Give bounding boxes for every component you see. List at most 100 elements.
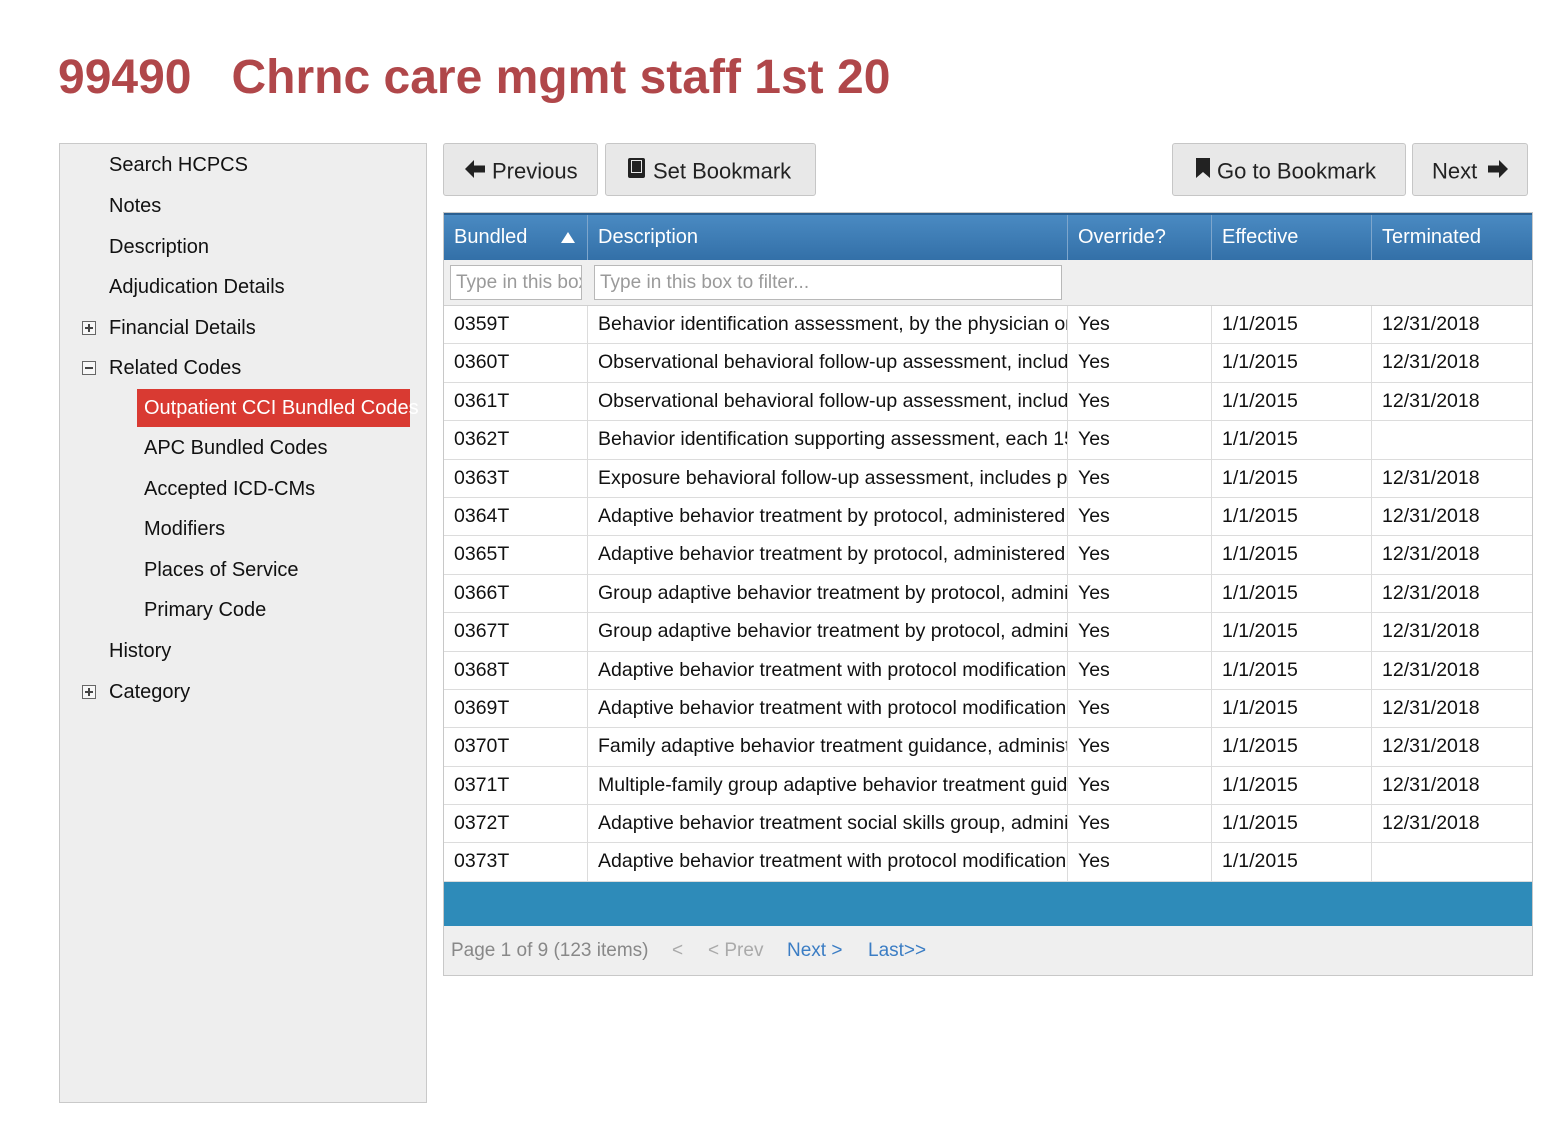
bundled-code-cell: 0365T [444,536,588,574]
column-header-label: Description [598,226,699,248]
collapse-icon[interactable] [82,361,96,375]
next-button[interactable]: Next [1412,143,1528,196]
sidebar-item-label: Primary Code [144,599,267,621]
previous-label: Previous [492,158,578,184]
effective-date-cell: 1/1/2015 [1212,421,1372,459]
sidebar-item-label: History [109,640,172,662]
table-row[interactable]: 0369T Adaptive behavior treatment with pr… [444,689,1532,729]
override-cell: Yes [1068,689,1212,728]
table-row[interactable]: 0368T Adaptive behavior treatment with pr… [444,651,1532,690]
set-bookmark-label: Set Bookmark [653,158,792,184]
column-header-label: Effective [1222,226,1299,248]
sidebar-item-label: Places of Service [144,559,299,581]
bookmark-icon [1195,146,1211,197]
sidebar-item-label: Financial Details [109,317,256,339]
grid-body: 0359T Behavior identification assessment,… [444,306,1532,882]
table-row[interactable]: 0361T Observational behavioral follow-up … [444,382,1532,422]
column-header-effective[interactable]: Effective [1212,215,1372,260]
terminated-date-cell: 12/31/2018 [1382,504,1480,527]
set-bookmark-button[interactable]: Set Bookmark [605,143,816,196]
description-cell: Adaptive behavior treatment with protoco… [588,689,1068,728]
bundled-code-cell: 0368T [444,651,588,689]
expand-icon[interactable] [82,685,96,699]
sidebar-item-label: Accepted ICD-CMs [144,478,316,500]
description-cell: Adaptive behavior treatment social skill… [588,805,1068,843]
bundled-code-cell: 0364T [444,497,588,536]
pager-last-link[interactable]: Last>> [868,926,926,975]
sidebar-item-label: APC Bundled Codes [144,437,328,459]
effective-date-cell: 1/1/2015 [1212,459,1372,497]
table-row[interactable]: 0372T Adaptive behavior treatment social … [444,805,1532,844]
override-cell: Yes [1068,651,1212,689]
table-row[interactable]: 0364T Adaptive behavior treatment by prot… [444,497,1532,537]
table-row[interactable]: 0373T Adaptive behavior treatment with pr… [444,843,1532,882]
previous-button[interactable]: Previous [443,143,598,196]
override-cell: Yes [1068,536,1212,574]
hcpcs-code: 99490 [58,51,192,104]
bundled-code-cell: 0370T [444,728,588,766]
go-to-bookmark-label: Go to Bookmark [1217,158,1376,184]
arrow-right-icon [1487,146,1509,197]
table-row[interactable]: 0366T Group adaptive behavior treatment b… [444,574,1532,614]
override-cell: Yes [1068,843,1212,881]
column-header-bundled[interactable]: Bundled [444,215,588,260]
pager-next-link[interactable]: Next > [787,926,842,975]
table-row[interactable]: 0371T Multiple-family group adaptive beha… [444,766,1532,806]
description-cell: Behavior identification supporting asses… [588,421,1068,459]
override-cell: Yes [1068,382,1212,421]
bundled-code-cell: 0366T [444,574,588,613]
override-cell: Yes [1068,421,1212,459]
terminated-date-cell: 12/31/2018 [1382,773,1480,796]
pager-info: Page 1 of 9 (123 items) [451,940,649,961]
table-row[interactable]: 0365T Adaptive behavior treatment by prot… [444,536,1532,575]
table-row[interactable]: 0370T Family adaptive behavior treatment … [444,728,1532,767]
override-cell: Yes [1068,459,1212,497]
sidebar-item-financial-details[interactable]: Financial Details [60,310,420,346]
go-to-bookmark-button[interactable]: Go to Bookmark [1172,143,1406,196]
grid-header: Bundled Description Override? Effective … [444,213,1532,260]
table-row[interactable]: 0360T Observational behavioral follow-up … [444,344,1532,383]
bundled-filter-input[interactable] [450,265,582,300]
effective-date-cell: 1/1/2015 [1212,651,1372,689]
table-row[interactable]: 0362T Behavior identification supporting … [444,421,1532,460]
effective-date-cell: 1/1/2015 [1212,728,1372,766]
effective-date-cell: 1/1/2015 [1212,689,1372,728]
terminated-date-cell: 12/31/2018 [1382,620,1480,643]
column-header-override[interactable]: Override? [1068,215,1212,260]
override-cell: Yes [1068,613,1212,651]
description-cell: Exposure behavioral follow-up assessment… [588,459,1068,497]
description-cell: Multiple-family group adaptive behavior … [588,766,1068,805]
expand-icon[interactable] [82,321,96,335]
next-label: Next [1432,158,1478,184]
book-icon [627,146,647,197]
description-cell: Observational behavioral follow-up asses… [588,382,1068,421]
terminated-date-cell: 12/31/2018 [1382,466,1480,489]
table-row[interactable]: 0359T Behavior identification assessment,… [444,306,1532,345]
effective-date-cell: 1/1/2015 [1212,766,1372,805]
table-row[interactable]: 0363T Exposure behavioral follow-up asses… [444,459,1532,498]
arrow-left-icon [464,146,486,197]
terminated-date-cell: 12/31/2018 [1382,812,1480,835]
pager-first-link: < [672,940,684,961]
page-title: 99490 Chrnc care mgmt staff 1st 20 [58,50,890,105]
bundled-code-cell: 0371T [444,766,588,805]
terminated-date-cell: 12/31/2018 [1382,581,1480,604]
override-cell: Yes [1068,805,1212,843]
description-cell: Observational behavioral follow-up asses… [588,344,1068,382]
column-header-description[interactable]: Description [588,215,1068,260]
terminated-date-cell: 12/31/2018 [1382,696,1480,719]
bundled-code-cell: 0362T [444,421,588,459]
column-header-terminated[interactable]: Terminated [1372,215,1532,260]
description-cell: Adaptive behavior treatment with protoco… [588,843,1068,881]
description-cell: Group adaptive behavior treatment by pro… [588,574,1068,613]
bundled-code-cell: 0367T [444,613,588,651]
description-filter-input[interactable] [594,265,1062,300]
sidebar-item-label: Description [109,236,210,258]
terminated-date-cell: 12/31/2018 [1382,351,1480,374]
sidebar-item-related-codes[interactable]: Related Codes [60,350,420,386]
sort-ascending-icon [561,232,575,243]
table-row[interactable]: 0367T Group adaptive behavior treatment b… [444,613,1532,652]
bundled-code-cell: 0369T [444,689,588,728]
sidebar-item-category[interactable]: Category [60,674,420,710]
override-cell: Yes [1068,497,1212,536]
